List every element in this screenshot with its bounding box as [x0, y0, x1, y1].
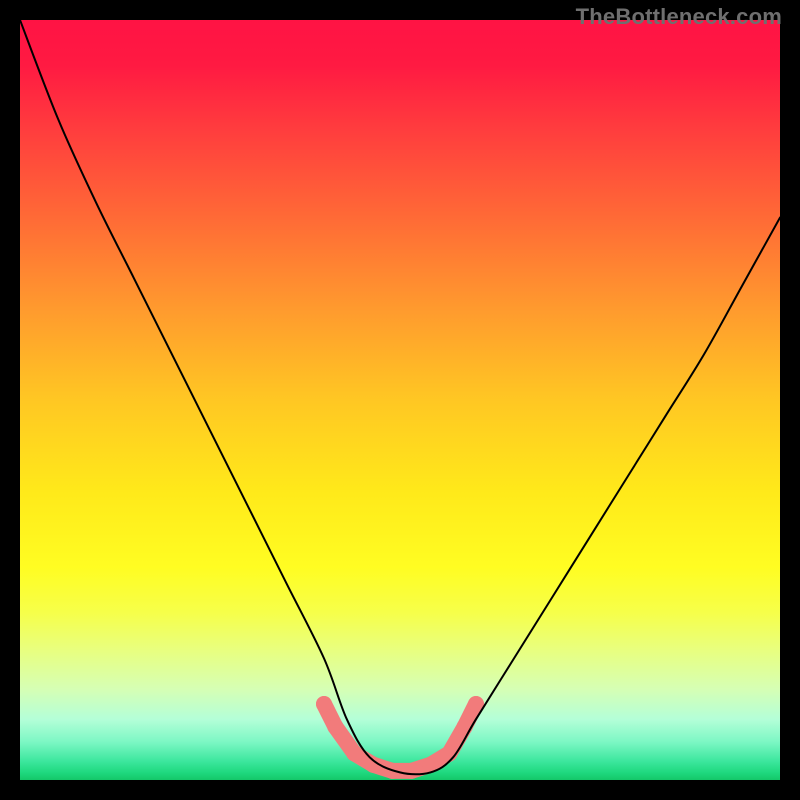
trough-marker — [316, 696, 332, 712]
trough-markers — [316, 696, 484, 779]
bottleneck-curve — [20, 20, 780, 774]
chart-frame — [20, 20, 780, 780]
trough-marker — [457, 719, 473, 735]
chart-svg — [20, 20, 780, 780]
trough-marker — [403, 763, 419, 779]
watermark-text: TheBottleneck.com — [576, 4, 782, 30]
trough-marker — [327, 719, 343, 735]
trough-marker — [346, 745, 362, 761]
